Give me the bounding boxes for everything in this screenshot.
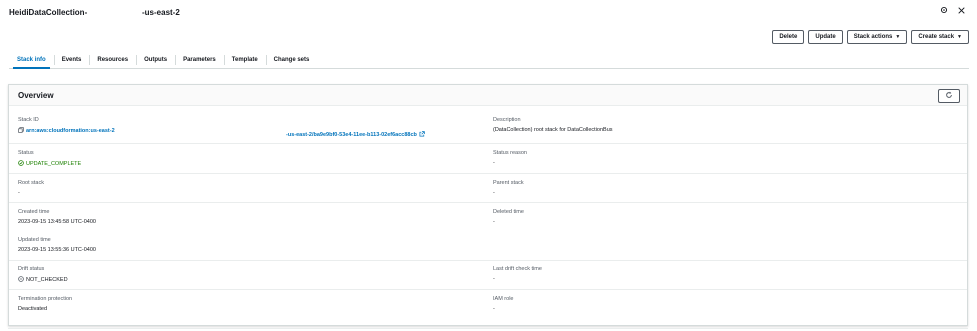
stack-id-label: Stack ID (18, 117, 39, 123)
tab-stack-info[interactable]: Stack info (9, 51, 54, 69)
drift-status-value: NOT_CHECKED (18, 276, 68, 284)
row-termination: Termination protection Deactivated IAM r… (9, 289, 967, 325)
title-bar: HeidiDataCollection- -us-east-2 (0, 0, 977, 26)
parent-stack-value: - (493, 190, 495, 196)
status-cell: Status UPDATE_COMPLETE (18, 150, 81, 168)
bottom-divider (8, 328, 968, 329)
settings-icon[interactable] (940, 6, 948, 14)
last-drift-label: Last drift check time (493, 266, 542, 272)
update-button-label: Update (815, 34, 836, 40)
caret-down-icon: ▼ (895, 34, 901, 40)
update-button[interactable]: Update (808, 30, 843, 44)
stack-actions-label: Stack actions (853, 34, 893, 40)
description-cell: Description (DataCollection) root stack … (493, 117, 613, 133)
stack-id-link-suffix[interactable]: -us-east-2/ba9e9bf0-53e4-11ee-b113-02ef6… (286, 132, 417, 138)
created-time-cell: Created time 2023-09-15 13:45:58 UTC-040… (18, 209, 96, 225)
status-label: Status (18, 150, 34, 156)
termination-label: Termination protection (18, 296, 73, 302)
status-text: UPDATE_COMPLETE (26, 161, 82, 167)
parent-stack-cell: Parent stack - (493, 180, 524, 196)
description-value: (DataCollection) root stack for DataColl… (493, 127, 613, 133)
stack-id-suffix-cell: -us-east-2/ba9e9bf0-53e4-11ee-b113-02ef6… (286, 127, 425, 139)
last-drift-value: - (493, 276, 495, 282)
row-root-stack: Root stack - Parent stack - (9, 173, 967, 203)
root-stack-cell: Root stack - (18, 180, 44, 196)
create-stack-label: Create stack (918, 34, 955, 40)
delete-button[interactable]: Delete (772, 30, 805, 44)
overview-title: Overview (18, 91, 54, 100)
tab-template[interactable]: Template (223, 51, 266, 68)
drift-status-text: NOT_CHECKED (26, 277, 68, 283)
stack-actions-toolbar: Delete Update Stack actions ▼ Create stac… (772, 30, 969, 44)
termination-value: Deactivated (18, 306, 48, 312)
copy-icon[interactable] (18, 127, 24, 135)
overview-header: Overview (9, 85, 967, 106)
row-status: Status UPDATE_COMPLETE Status reason - (9, 143, 967, 173)
iam-role-value: - (493, 306, 495, 312)
updated-time-label: Updated time (18, 237, 51, 243)
stack-id-suffix-value: -us-east-2/ba9e9bf0-53e4-11ee-b113-02ef6… (286, 131, 425, 139)
updated-time-value: 2023-09-15 13:55:36 UTC-0400 (18, 247, 96, 253)
close-icon[interactable] (958, 6, 965, 14)
parent-stack-label: Parent stack (493, 180, 524, 186)
status-reason-value: - (493, 160, 495, 166)
tab-parameters[interactable]: Parameters (175, 51, 224, 68)
created-time-value: 2023-09-15 13:45:58 UTC-0400 (18, 219, 96, 225)
updated-time-cell: Updated time 2023-09-15 13:55:36 UTC-040… (18, 237, 96, 253)
stack-id-cell: Stack ID arn:aws:cloudformation:us-east-… (18, 117, 115, 135)
root-stack-label: Root stack (18, 180, 44, 186)
root-stack-value: - (18, 190, 20, 196)
stack-actions-button[interactable]: Stack actions ▼ (846, 30, 908, 44)
iam-role-label: IAM role (493, 296, 514, 302)
external-link-icon[interactable] (419, 131, 425, 139)
status-reason-cell: Status reason - (493, 150, 527, 166)
description-label: Description (493, 117, 521, 123)
iam-role-cell: IAM role - (493, 296, 513, 312)
drift-status-label: Drift status (18, 266, 45, 272)
stack-name-title: HeidiDataCollection- (9, 8, 88, 17)
deleted-time-cell: Deleted time - (493, 209, 524, 225)
tab-events[interactable]: Events (53, 51, 90, 68)
deleted-time-value: - (493, 219, 495, 225)
tab-resources[interactable]: Resources (89, 51, 136, 68)
title-icons (940, 6, 965, 14)
refresh-button[interactable] (938, 89, 960, 103)
termination-cell: Termination protection Deactivated (18, 296, 72, 312)
create-stack-button[interactable]: Create stack ▼ (911, 30, 969, 44)
not-checked-icon (18, 276, 24, 284)
stack-id-link-prefix[interactable]: arn:aws:cloudformation:us-east-2 (26, 128, 115, 134)
success-icon (18, 160, 24, 168)
row-times: Created time 2023-09-15 13:45:58 UTC-040… (9, 202, 967, 259)
stack-region-title: -us-east-2 (142, 8, 180, 17)
created-time-label: Created time (18, 209, 50, 215)
overview-panel: Overview Stack ID arn:aws:cloudformation… (8, 84, 968, 326)
deleted-time-label: Deleted time (493, 209, 524, 215)
status-reason-label: Status reason (493, 150, 527, 156)
tab-change-sets[interactable]: Change sets (265, 51, 318, 68)
status-value: UPDATE_COMPLETE (18, 160, 81, 168)
stack-tabs: Stack info Events Resources Outputs Para… (9, 51, 969, 69)
drift-status-cell: Drift status NOT_CHECKED (18, 266, 68, 284)
caret-down-icon: ▼ (957, 34, 962, 40)
row-drift: Drift status NOT_CHECKED Last drift chec… (9, 260, 967, 289)
tab-outputs[interactable]: Outputs (136, 51, 175, 68)
refresh-icon (945, 91, 953, 101)
last-drift-cell: Last drift check time - (493, 266, 542, 282)
delete-button-label: Delete (779, 34, 798, 40)
stack-id-value: arn:aws:cloudformation:us-east-2 (18, 127, 115, 135)
